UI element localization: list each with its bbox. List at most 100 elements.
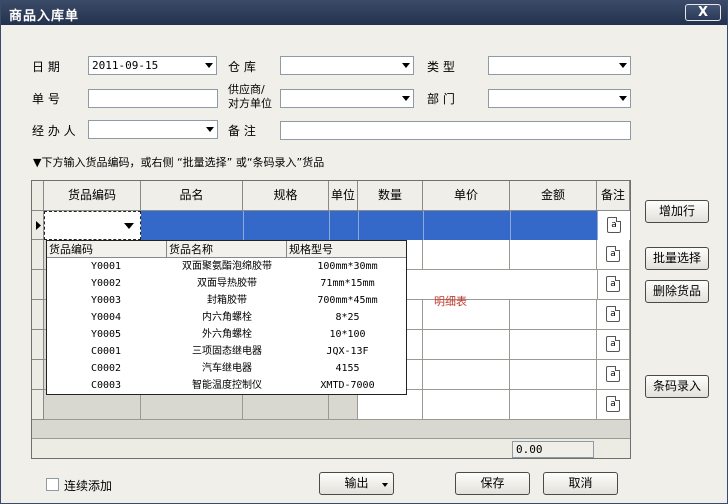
table-cell[interactable] <box>423 360 510 390</box>
col-header-amount[interactable]: 金额 <box>510 181 597 211</box>
row-indicator[interactable] <box>32 270 44 300</box>
detail-table-caption: 明细表 <box>434 295 467 308</box>
note-cell[interactable]: a <box>597 211 630 240</box>
department-select[interactable] <box>488 89 631 108</box>
chevron-down-icon <box>619 96 627 101</box>
date-picker[interactable]: 2011-09-15 <box>88 56 217 75</box>
note-cell[interactable]: a <box>597 270 630 300</box>
total-amount: 0.00 <box>512 441 594 458</box>
chevron-down-icon[interactable] <box>124 223 134 229</box>
row-indicator[interactable] <box>32 330 44 360</box>
chevron-down-icon <box>402 63 410 68</box>
note-icon[interactable]: a <box>606 246 620 262</box>
handler-label: 经 办 人 <box>32 124 76 138</box>
handler-select[interactable] <box>88 120 218 139</box>
col-header-price[interactable]: 单价 <box>423 181 510 211</box>
dropdown-header-code: 货品编码 <box>47 241 167 258</box>
batch-select-button[interactable]: 批量选择 <box>645 247 709 270</box>
item-name: 三项固态继电器 <box>192 346 262 357</box>
remark-input[interactable] <box>280 121 631 140</box>
chevron-down-icon <box>206 127 214 132</box>
table-cell[interactable] <box>423 390 510 420</box>
note-icon[interactable]: a <box>606 276 620 292</box>
cancel-button[interactable]: 取消 <box>543 472 618 495</box>
table-cell[interactable] <box>510 300 597 330</box>
close-button[interactable]: X <box>685 4 721 21</box>
dropdown-item[interactable]: Y0003 封箱胶带 700mm*45mm <box>47 293 406 310</box>
dropdown-header-name: 货品名称 <box>167 241 287 258</box>
date-label: 日 期 <box>32 60 60 74</box>
item-spec: 10*100 <box>329 329 366 340</box>
item-name: 外六角螺栓 <box>202 329 252 340</box>
table-cell[interactable] <box>510 360 597 390</box>
table-cell[interactable] <box>510 390 597 420</box>
barcode-entry-button[interactable]: 条码录入 <box>645 375 709 398</box>
note-icon[interactable]: a <box>606 306 620 322</box>
type-select[interactable] <box>488 56 631 75</box>
doc-no-input[interactable] <box>88 89 218 108</box>
cell-divider <box>358 211 359 240</box>
table-cell[interactable] <box>423 330 510 360</box>
export-button[interactable]: 输出 <box>319 472 394 495</box>
dropdown-item[interactable]: C0003 智能温度控制仪 XMTD-7000 <box>47 378 406 395</box>
window-title: 商品入库单 <box>9 9 80 24</box>
col-header-name[interactable]: 品名 <box>141 181 243 211</box>
item-code: Y0005 <box>90 329 122 340</box>
dropdown-item[interactable]: Y0004 内六角螺栓 8*25 <box>47 310 406 327</box>
dropdown-item[interactable]: Y0002 双面导热胶带 71mm*15mm <box>47 276 406 293</box>
product-dropdown-list[interactable]: 货品编码 货品名称 规格型号 Y0001 双面聚氨酯泡绵胶带 100mm*30m… <box>46 240 407 395</box>
note-cell[interactable]: a <box>597 240 630 270</box>
note-cell[interactable]: a <box>597 390 630 420</box>
dropdown-item[interactable]: Y0001 双面聚氨酯泡绵胶带 100mm*30mm <box>47 259 406 276</box>
dropdown-item[interactable]: C0001 三项固态继电器 JQX-13F <box>47 344 406 361</box>
item-name: 汽车继电器 <box>202 363 252 374</box>
dropdown-item[interactable]: C0002 汽车继电器 4155 <box>47 361 406 378</box>
item-spec: 4155 <box>335 363 360 374</box>
add-row-button[interactable]: 增加行 <box>645 200 709 223</box>
col-header-qty[interactable]: 数量 <box>358 181 423 211</box>
chevron-down-icon[interactable] <box>382 483 388 487</box>
note-icon[interactable]: a <box>607 217 621 233</box>
note-cell[interactable]: a <box>597 300 630 330</box>
col-header-code[interactable]: 货品编码 <box>44 181 141 211</box>
note-icon[interactable]: a <box>606 396 620 412</box>
item-spec: 71mm*15mm <box>320 278 375 289</box>
table-cell[interactable] <box>423 240 510 270</box>
continuous-add-label[interactable]: 连续添加 <box>64 477 112 494</box>
row-indicator[interactable] <box>32 300 44 330</box>
warehouse-select[interactable] <box>280 56 414 75</box>
note-cell[interactable]: a <box>597 360 630 390</box>
item-name: 双面导热胶带 <box>197 278 257 289</box>
table-cell[interactable] <box>510 240 597 270</box>
row-indicator[interactable] <box>32 390 44 420</box>
remark-label: 备 注 <box>228 124 256 138</box>
row-indicator[interactable] <box>32 211 44 240</box>
code-combo-editor[interactable] <box>44 211 141 240</box>
item-spec: JQX-13F <box>326 346 369 357</box>
item-spec: 8*25 <box>335 312 360 323</box>
entry-hint: ▼下方输入货品编码，或右侧 “批量选择” 或“条码录入”货品 <box>33 156 325 169</box>
col-header-unit[interactable]: 单位 <box>329 181 358 211</box>
total-row: 0.00 <box>32 438 630 458</box>
col-header-spec[interactable]: 规格 <box>243 181 329 211</box>
col-header-note[interactable]: 备注 <box>597 181 630 211</box>
note-cell[interactable]: a <box>597 330 630 360</box>
save-button[interactable]: 保存 <box>455 472 530 495</box>
date-value: 2011-09-15 <box>92 59 159 72</box>
supplier-label-line2: 对方单位 <box>228 97 272 110</box>
note-icon[interactable]: a <box>606 336 620 352</box>
note-icon[interactable]: a <box>606 366 620 382</box>
dropdown-header-spec: 规格型号 <box>287 241 406 258</box>
table-cell[interactable] <box>510 330 597 360</box>
supplier-select[interactable] <box>280 89 414 108</box>
chevron-down-icon <box>619 63 627 68</box>
row-indicator[interactable] <box>32 240 44 270</box>
item-code: C0001 <box>90 346 122 357</box>
continuous-add-checkbox[interactable] <box>46 478 59 491</box>
row-indicator[interactable] <box>32 360 44 390</box>
delete-item-button[interactable]: 删除货品 <box>645 280 709 303</box>
dropdown-item[interactable]: Y0005 外六角螺栓 10*100 <box>47 327 406 344</box>
current-row-arrow-icon <box>36 221 41 230</box>
item-code: Y0002 <box>90 278 122 289</box>
warehouse-label: 仓 库 <box>228 60 256 74</box>
